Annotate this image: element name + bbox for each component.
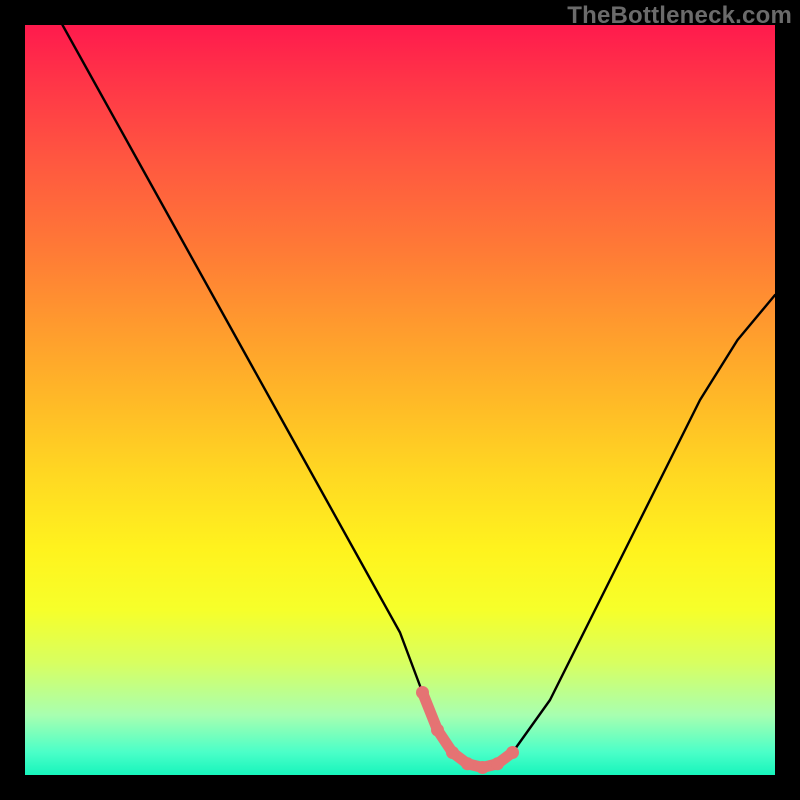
valley-dot (476, 761, 489, 774)
bottleneck-curve (63, 25, 776, 768)
valley-dot (446, 746, 459, 759)
valley-dot (431, 724, 444, 737)
bottleneck-curve-svg (25, 25, 775, 775)
chart-frame: TheBottleneck.com (0, 0, 800, 800)
valley-dot (416, 686, 429, 699)
valley-dot (506, 746, 519, 759)
plot-area (25, 25, 775, 775)
valley-dot (461, 757, 474, 770)
valley-dot (491, 757, 504, 770)
